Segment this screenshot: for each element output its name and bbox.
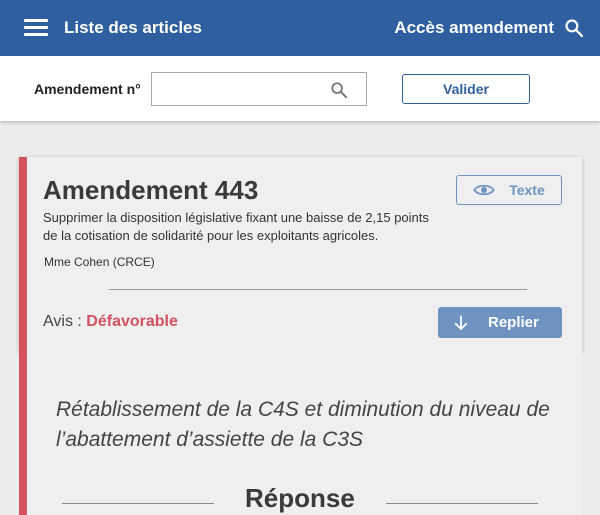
amendment-number-label: Amendement n° [34,81,141,97]
page-title[interactable]: Liste des articles [64,18,202,38]
menu-icon[interactable] [22,16,50,40]
view-text-button[interactable]: Texte [456,175,562,205]
amendment-access-label: Accès amendement [394,18,554,37]
amendment-title: Amendement 443 [43,175,259,205]
menu-icon-bar [24,26,48,29]
divider [62,503,214,504]
answer-heading: Réponse [245,483,355,513]
amendment-number-field[interactable] [151,72,367,106]
search-icon [565,19,584,38]
menu-icon-bar [24,33,48,36]
amendment-search-bar: Amendement n° Valider [0,56,600,121]
eye-icon [473,184,495,196]
opinion: Avis : Défavorable [43,313,178,331]
menu-icon-bar [24,19,48,22]
search-icon[interactable] [330,81,348,99]
app-bar: Liste des articles Accès amendement [0,0,600,56]
fold-button[interactable]: Replier [438,307,562,338]
answer-panel: Rétablissement de la C4S et diminution d… [19,352,582,515]
amendment-author: Mme Cohen (CRCE) [44,255,155,269]
amendment-number-input[interactable] [158,77,323,101]
divider [109,289,527,290]
validate-button[interactable]: Valider [402,74,530,104]
view-text-label: Texte [509,182,545,198]
arrow-down-icon [454,314,468,330]
opinion-value: Défavorable [86,313,178,330]
amendment-card: Amendement 443 Texte Supprimer la dispos… [19,157,582,352]
divider [386,503,538,504]
opinion-label: Avis : [43,313,82,330]
fold-button-label: Replier [488,314,539,331]
amendment-access-button[interactable]: Accès amendement [394,14,584,42]
answer-summary: Rétablissement de la C4S et diminution d… [56,398,550,451]
amendment-description: Supprimer la disposition législative fix… [43,210,429,243]
